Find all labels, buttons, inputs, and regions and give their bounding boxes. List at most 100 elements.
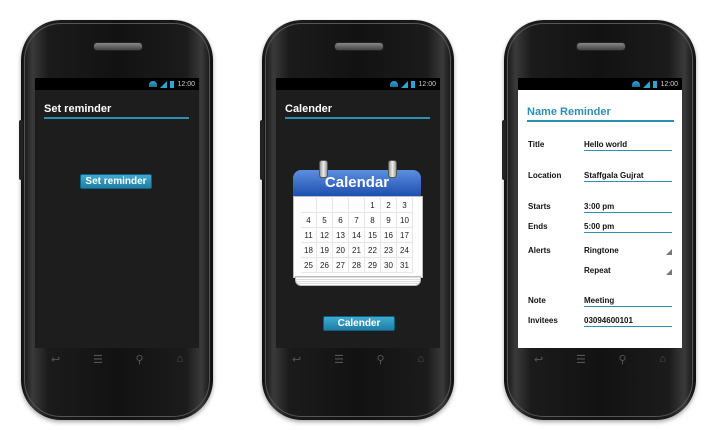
battery-icon <box>170 80 175 88</box>
note-label: Note <box>528 296 546 305</box>
page-title: Set reminder <box>44 103 189 119</box>
calendar-ring-right <box>388 160 397 178</box>
calendar-day[interactable]: 15 <box>365 228 381 243</box>
back-icon[interactable]: ↩ <box>534 353 543 366</box>
calendar-day[interactable]: 22 <box>365 243 381 258</box>
nav-bar: ↩ ☰ ⚲ ⌂ <box>292 353 424 366</box>
calendar-day[interactable]: 10 <box>397 213 413 228</box>
location-field[interactable]: Staffgala Gujrat <box>584 171 672 182</box>
location-label: Location <box>528 171 562 180</box>
wifi-icon <box>390 81 399 87</box>
home-icon[interactable]: ⌂ <box>176 353 183 366</box>
calendar-day[interactable]: 13 <box>333 228 349 243</box>
status-bar: 12:00 <box>276 78 440 90</box>
search-icon[interactable]: ⚲ <box>377 353 385 366</box>
note-field[interactable]: Meeting <box>584 296 672 307</box>
page-title: Name Reminder <box>527 106 674 122</box>
dropdown-arrow-icon[interactable] <box>666 249 672 255</box>
search-icon[interactable]: ⚲ <box>136 353 144 366</box>
calendar-ring-left <box>319 160 328 178</box>
dropdown-arrow-icon[interactable] <box>666 269 672 275</box>
calendar-day[interactable]: 31 <box>397 258 413 273</box>
calendar-day[interactable]: 17 <box>397 228 413 243</box>
calendar-day[interactable]: 23 <box>381 243 397 258</box>
calendar-day[interactable]: 14 <box>349 228 365 243</box>
title-field[interactable]: Hello world <box>584 140 672 151</box>
calendar-day[interactable]: 27 <box>333 258 349 273</box>
nav-bar: ↩ ☰ ⚲ ⌂ <box>51 353 183 366</box>
phone-set-reminder: 12:00 Set reminder Set reminder ↩ ☰ ⚲ ⌂ <box>19 20 213 420</box>
status-time: 12:00 <box>177 80 195 88</box>
calendar-day[interactable]: 25 <box>301 258 317 273</box>
alerts-label: Alerts <box>528 246 551 255</box>
status-bar: 12:00 <box>518 78 682 90</box>
calendar-day[interactable]: 3 <box>397 198 413 213</box>
calendar-day[interactable]: 8 <box>365 213 381 228</box>
starts-field[interactable]: 3:00 pm <box>584 202 672 213</box>
invitees-field[interactable]: 03094600101 <box>584 316 672 327</box>
calendar-page-edges <box>295 276 421 286</box>
status-bar: 12:00 <box>35 78 199 90</box>
calendar-day[interactable]: 19 <box>317 243 333 258</box>
signal-icon <box>160 80 168 88</box>
home-icon[interactable]: ⌂ <box>659 353 666 366</box>
calendar-day[interactable] <box>333 198 349 213</box>
calendar-day[interactable]: 12 <box>317 228 333 243</box>
volume-button <box>260 120 264 180</box>
menu-icon[interactable]: ☰ <box>576 353 586 366</box>
signal-icon <box>643 80 651 88</box>
calendar-day[interactable]: 1 <box>365 198 381 213</box>
home-icon[interactable]: ⌂ <box>417 353 424 366</box>
title-label: Title <box>528 140 545 149</box>
calendar-day[interactable] <box>317 198 333 213</box>
calendar-day[interactable]: 26 <box>317 258 333 273</box>
menu-icon[interactable]: ☰ <box>334 353 344 366</box>
calendar-header: Calendar <box>293 170 421 196</box>
repeat-select[interactable]: Repeat <box>584 266 672 276</box>
menu-icon[interactable]: ☰ <box>93 353 103 366</box>
battery-icon <box>653 80 658 88</box>
phone-name-reminder: 12:00 Name Reminder Title Hello world Lo… <box>502 20 696 420</box>
calendar-day[interactable]: 6 <box>333 213 349 228</box>
volume-button <box>19 120 23 180</box>
calendar-day[interactable]: 30 <box>381 258 397 273</box>
calendar-day[interactable]: 21 <box>349 243 365 258</box>
wifi-icon <box>149 81 158 87</box>
calendar-day[interactable] <box>349 198 365 213</box>
nav-bar: ↩ ☰ ⚲ ⌂ <box>534 353 666 366</box>
calendar-day[interactable]: 7 <box>349 213 365 228</box>
ends-field[interactable]: 5:00 pm <box>584 222 672 233</box>
screen: 12:00 Set reminder Set reminder <box>35 78 199 348</box>
status-time: 12:00 <box>418 80 436 88</box>
reminder-form: Name Reminder Title Hello world Location… <box>518 90 682 348</box>
calendar-day[interactable]: 5 <box>317 213 333 228</box>
calendar-day[interactable]: 9 <box>381 213 397 228</box>
set-reminder-button[interactable]: Set reminder <box>80 174 152 189</box>
search-icon[interactable]: ⚲ <box>619 353 627 366</box>
starts-label: Starts <box>528 202 551 211</box>
calendar-day[interactable]: 2 <box>381 198 397 213</box>
calendar-day[interactable]: 29 <box>365 258 381 273</box>
calendar-icon[interactable]: Calendar 1 2 3 4 5 6 7 8 9 10 11 12 13 14 15 16 17 18 19 20… <box>293 160 423 286</box>
calender-button[interactable]: Calender <box>323 316 395 331</box>
speaker-grille <box>93 42 143 51</box>
page-title: Calender <box>285 103 430 119</box>
signal-icon <box>401 80 409 88</box>
calendar-day[interactable]: 11 <box>301 228 317 243</box>
calendar-day[interactable]: 4 <box>301 213 317 228</box>
calendar-day[interactable]: 18 <box>301 243 317 258</box>
screen: 12:00 Calender Calendar 1 2 3 4 5 6 7 8 9 10 11 12 1… <box>276 78 440 348</box>
calendar-day[interactable]: 20 <box>333 243 349 258</box>
calendar-day[interactable]: 28 <box>349 258 365 273</box>
wifi-icon <box>632 81 641 87</box>
status-time: 12:00 <box>660 80 678 88</box>
calendar-grid: 1 2 3 4 5 6 7 8 9 10 11 12 13 14 15 16 17 18 19 20 21 22 23 24 2… <box>301 198 413 273</box>
speaker-grille <box>576 42 626 51</box>
ringtone-select[interactable]: Ringtone <box>584 246 672 256</box>
calendar-day[interactable] <box>301 198 317 213</box>
calendar-day[interactable]: 24 <box>397 243 413 258</box>
calendar-day[interactable]: 16 <box>381 228 397 243</box>
screen: 12:00 Name Reminder Title Hello world Lo… <box>518 78 682 348</box>
back-icon[interactable]: ↩ <box>292 353 301 366</box>
back-icon[interactable]: ↩ <box>51 353 60 366</box>
